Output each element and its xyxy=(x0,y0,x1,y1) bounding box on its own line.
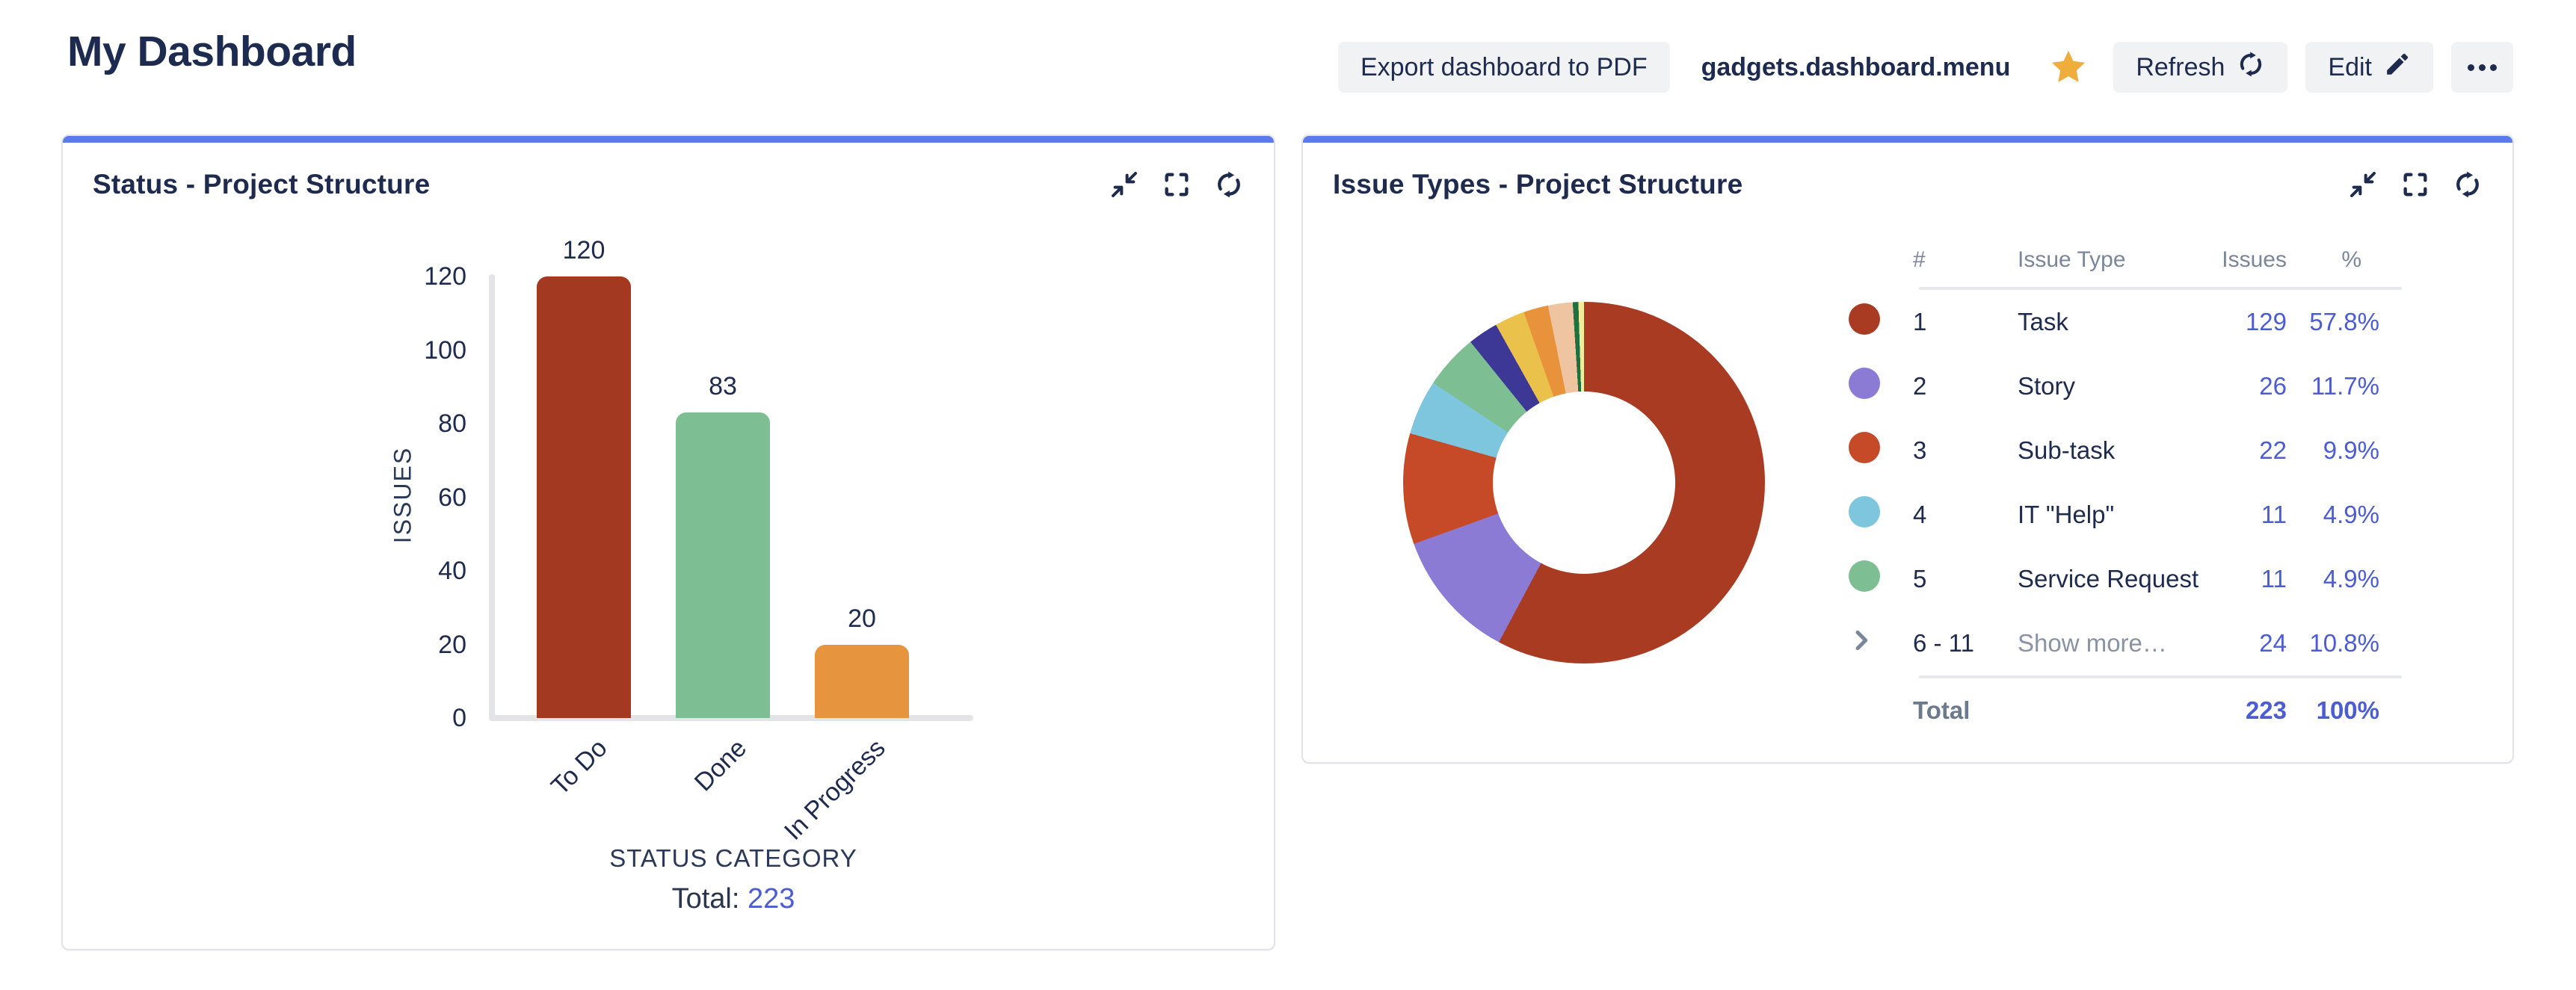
col-header-type: Issue Type xyxy=(2018,247,2212,273)
issue-types-gadget-actions xyxy=(2348,170,2483,199)
table-row: 4IT "Help" 11 4.9% xyxy=(1849,483,2402,547)
table-row: 3Sub-task 22 9.9% xyxy=(1849,418,2402,483)
total-issues-link[interactable]: 223 xyxy=(2246,696,2287,724)
row-number: 2 xyxy=(1913,372,2018,400)
x-category-label: To Do xyxy=(546,734,613,801)
bar-to-do[interactable] xyxy=(537,276,631,718)
total-label: Total xyxy=(1913,696,2212,725)
refresh-gadget-icon[interactable] xyxy=(2453,170,2483,199)
export-pdf-button[interactable]: Export dashboard to PDF xyxy=(1338,42,1670,93)
y-tick-label: 80 xyxy=(332,409,466,439)
refresh-button[interactable]: Refresh xyxy=(2113,42,2287,93)
pencil-icon xyxy=(2384,51,2411,84)
issue-types-gadget: Issue Types - Project Structure xyxy=(1301,134,2514,764)
legend-swatch xyxy=(1849,496,1880,528)
legend-swatch xyxy=(1849,432,1880,463)
bar-value-label: 120 xyxy=(507,236,661,265)
minimize-gadget-icon[interactable] xyxy=(1109,170,1139,199)
show-more-link[interactable]: Show more… xyxy=(2018,629,2212,658)
table-row: 5Service Request 11 4.9% xyxy=(1849,547,2402,611)
table-row: 6 - 11Show more… 24 10.8% xyxy=(1849,611,2402,675)
bar-in-progress[interactable] xyxy=(815,645,909,719)
row-number: 5 xyxy=(1913,565,2018,593)
x-category-label: Done xyxy=(689,734,753,797)
legend-swatch xyxy=(1849,368,1880,399)
total-pct-link[interactable]: 100% xyxy=(2317,696,2379,724)
x-category-label: In Progress xyxy=(779,734,892,847)
dashboard-toolbar: Export dashboard to PDF gadgets.dashboar… xyxy=(1338,42,2513,93)
issues-count-link[interactable]: 11 xyxy=(2261,565,2287,593)
status-gadget-actions xyxy=(1109,170,1244,199)
y-tick-label: 60 xyxy=(332,483,466,513)
status-total: Total: 223 xyxy=(492,883,975,915)
issues-pct-link[interactable]: 10.8% xyxy=(2309,629,2379,657)
col-header-num: # xyxy=(1913,247,2018,273)
issues-count-link[interactable]: 24 xyxy=(2259,629,2287,657)
dashboard-menu-item[interactable]: gadgets.dashboard.menu xyxy=(1701,53,2011,82)
donut-hole xyxy=(1493,392,1675,574)
fullscreen-gadget-icon[interactable] xyxy=(2400,170,2430,199)
legend-swatch xyxy=(1849,303,1880,335)
issues-count-link[interactable]: 22 xyxy=(2259,436,2287,464)
table-row: 2Story 26 11.7% xyxy=(1849,354,2402,418)
edit-label: Edit xyxy=(2328,53,2372,82)
status-total-link[interactable]: 223 xyxy=(748,883,795,915)
show-more-chevron-icon[interactable] xyxy=(1849,628,1913,659)
issue-types-gadget-title: Issue Types - Project Structure xyxy=(1333,169,1743,200)
favorite-star-icon[interactable] xyxy=(2049,48,2088,87)
x-axis-title: STATUS CATEGORY xyxy=(492,844,975,873)
row-number: 3 xyxy=(1913,436,2018,465)
issue-types-table: # Issue Type Issues % 1Task 129 57.8% 2Stor… xyxy=(1849,233,2402,743)
y-axis-line xyxy=(489,274,495,721)
issue-type-name: IT "Help" xyxy=(2018,501,2212,529)
table-total-row: Total 223 100% xyxy=(1849,678,2402,743)
y-tick-label: 120 xyxy=(332,262,466,291)
issue-type-name: Task xyxy=(2018,308,2212,336)
issues-count-link[interactable]: 129 xyxy=(2246,308,2287,335)
minimize-gadget-icon[interactable] xyxy=(2348,170,2378,199)
issues-pct-link[interactable]: 11.7% xyxy=(2311,372,2379,400)
issues-pct-link[interactable]: 4.9% xyxy=(2323,501,2379,528)
export-pdf-label: Export dashboard to PDF xyxy=(1361,53,1648,82)
issues-pct-link[interactable]: 57.8% xyxy=(2309,308,2379,335)
more-options-button[interactable] xyxy=(2451,42,2513,93)
y-tick-label: 40 xyxy=(332,556,466,586)
dashboard-page: My Dashboard Export dashboard to PDF gad… xyxy=(0,0,2576,990)
issues-pct-link[interactable]: 9.9% xyxy=(2323,436,2379,464)
status-gadget-title: Status - Project Structure xyxy=(93,169,430,200)
refresh-icon xyxy=(2237,50,2265,85)
y-tick-label: 20 xyxy=(332,630,466,660)
issues-count-link[interactable]: 26 xyxy=(2259,372,2287,400)
col-header-issues: Issues xyxy=(2212,247,2287,273)
row-number: 1 xyxy=(1913,308,2018,336)
status-gadget: Status - Project Structure xyxy=(61,134,1275,950)
bar-value-label: 20 xyxy=(785,604,939,634)
row-number: 6 - 11 xyxy=(1913,629,2018,658)
bar-value-label: 83 xyxy=(646,372,800,401)
issues-pct-link[interactable]: 4.9% xyxy=(2323,565,2379,593)
issues-count-link[interactable]: 11 xyxy=(2261,501,2287,528)
legend-swatch xyxy=(1849,560,1880,592)
y-tick-label: 100 xyxy=(332,335,466,365)
col-header-pct: % xyxy=(2287,247,2379,273)
ellipsis-icon xyxy=(2468,64,2474,71)
issue-types-donut-chart[interactable] xyxy=(1403,302,1765,663)
issue-type-name: Service Request xyxy=(2018,565,2212,593)
bar-done[interactable] xyxy=(676,412,770,718)
issue-type-name: Sub-task xyxy=(2018,436,2212,465)
table-header-row: # Issue Type Issues % xyxy=(1849,233,2402,287)
fullscreen-gadget-icon[interactable] xyxy=(1162,170,1192,199)
refresh-label: Refresh xyxy=(2136,53,2225,82)
row-number: 4 xyxy=(1913,501,2018,529)
table-row: 1Task 129 57.8% xyxy=(1849,290,2402,354)
y-tick-label: 0 xyxy=(332,703,466,733)
refresh-gadget-icon[interactable] xyxy=(1214,170,1244,199)
issue-type-name: Story xyxy=(2018,372,2212,400)
status-total-label: Total: xyxy=(672,883,740,915)
page-title: My Dashboard xyxy=(67,27,357,76)
edit-button[interactable]: Edit xyxy=(2305,42,2433,93)
